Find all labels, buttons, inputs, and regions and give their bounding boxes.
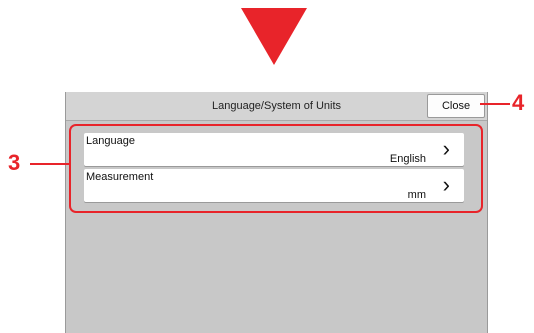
callout-3-number: 3 xyxy=(8,150,21,175)
arrow-down-icon xyxy=(241,8,307,65)
callout-4-number: 4 xyxy=(512,90,525,115)
title-bar: Language/System of Units Close xyxy=(66,92,487,121)
callout-3-line xyxy=(30,163,69,165)
settings-list-highlight xyxy=(69,124,483,213)
callout-4-line xyxy=(480,103,510,105)
close-button[interactable]: Close xyxy=(427,94,485,118)
dialog-title: Language/System of Units xyxy=(211,100,342,112)
